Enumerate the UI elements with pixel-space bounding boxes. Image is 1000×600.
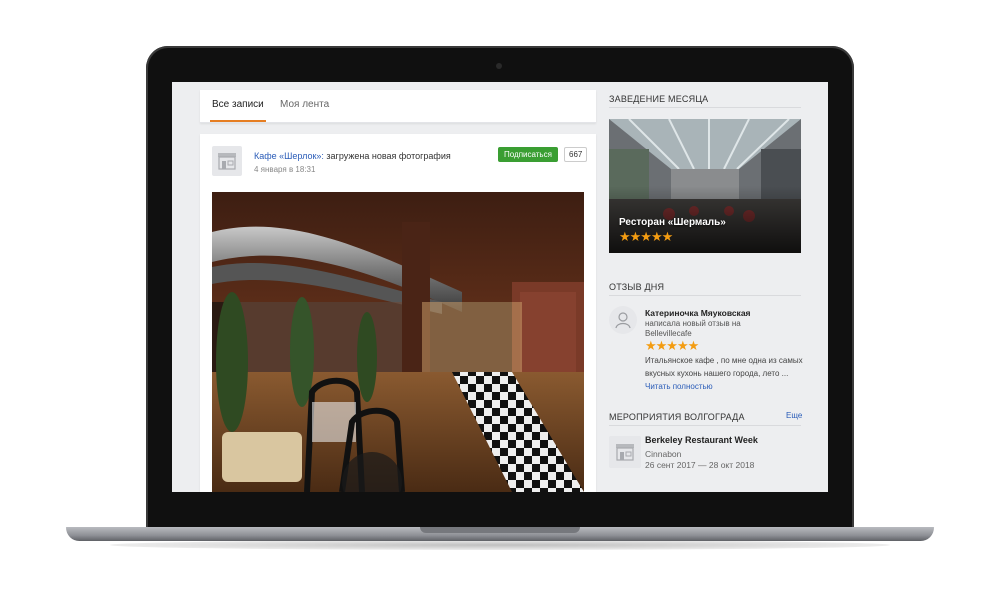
- event-venue: Cinnabon: [645, 449, 682, 459]
- month-venue-name: Ресторан «Шермаль»: [619, 217, 726, 228]
- reviewed-place: Bellevillecafe: [645, 329, 692, 338]
- venue-avatar[interactable]: [212, 146, 242, 176]
- tab-all-posts[interactable]: Все записи: [210, 90, 266, 122]
- subscribe-button[interactable]: Подписаться: [498, 147, 558, 162]
- event-dates: 26 сент 2017 — 28 окт 2018: [645, 460, 755, 470]
- feed-tabs: Все записи Моя лента: [200, 90, 596, 123]
- post-photo[interactable]: [212, 192, 584, 492]
- review-section-title: ОТЗЫВ ДНЯ: [609, 282, 665, 292]
- post-card: Кафе «Шерлок»: загружена новая фотографи…: [200, 134, 596, 492]
- review-action: написала новый отзыв на: [645, 319, 741, 328]
- month-venue-card[interactable]: Ресторан «Шермаль» ★★★★★: [609, 119, 801, 253]
- screen: Все записи Моя лента Кафе «Шерлок»: загр…: [172, 82, 828, 492]
- laptop-shadow: [110, 540, 890, 550]
- post-timestamp: 4 января в 18:31: [254, 165, 316, 174]
- laptop-notch: [420, 527, 580, 533]
- review-text: Итальянское кафе , по мне одна из самых …: [645, 356, 803, 378]
- divider: [609, 295, 801, 296]
- events-section-title: МЕРОПРИЯТИЯ ВОЛГОГРАДА: [609, 412, 745, 422]
- venue-link[interactable]: Кафе «Шерлок»:: [254, 151, 324, 161]
- divider: [609, 425, 801, 426]
- review-snippet: Итальянское кафе , по мне одна из самых …: [645, 354, 805, 393]
- subscribers-count: 667: [564, 147, 588, 162]
- read-more-link[interactable]: Читать полностью: [645, 382, 713, 391]
- event-venue-avatar[interactable]: [609, 436, 641, 468]
- post-action: загружена новая фотография: [323, 151, 451, 161]
- camera-icon: [496, 63, 502, 69]
- reviewer-name[interactable]: Катериночка Мяуковская: [645, 308, 751, 318]
- more-events-link[interactable]: Еще: [786, 411, 802, 420]
- reviewer-avatar[interactable]: [609, 306, 637, 334]
- user-icon: [615, 312, 631, 329]
- star-icon: ★★★★★: [645, 338, 699, 353]
- shop-icon: [218, 153, 236, 170]
- star-icon: ★★★★★: [619, 229, 673, 244]
- divider: [609, 107, 801, 108]
- shop-icon: [616, 444, 634, 461]
- post-headline: Кафе «Шерлок»: загружена новая фотографи…: [254, 151, 451, 161]
- cafe-interior-image: [212, 192, 584, 492]
- tab-my-feed[interactable]: Моя лента: [280, 90, 329, 122]
- month-section-title: ЗАВЕДЕНИЕ МЕСЯЦА: [609, 94, 709, 104]
- event-title[interactable]: Berkeley Restaurant Week: [645, 435, 758, 445]
